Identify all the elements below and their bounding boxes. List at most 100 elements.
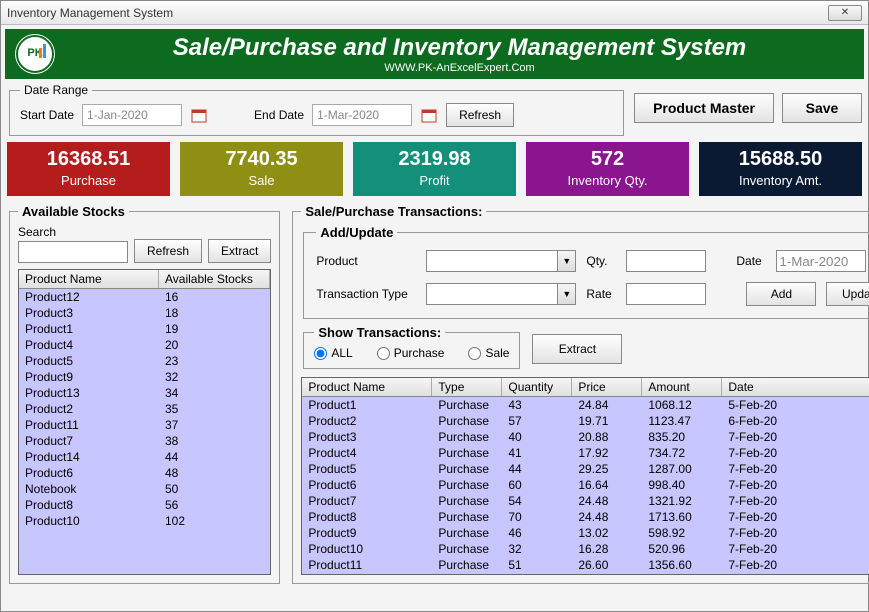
banner-title: Sale/Purchase and Inventory Management S… — [65, 34, 854, 62]
card-label: Inventory Amt. — [703, 173, 858, 188]
list-item[interactable]: Product856 — [19, 497, 270, 513]
transactions-list[interactable]: Product Name Type Quantity Price Amount … — [301, 377, 869, 575]
transactions-legend: Sale/Purchase Transactions: — [301, 204, 486, 219]
radio-all[interactable]: ALL — [314, 346, 352, 360]
table-row[interactable]: Product3Purchase4020.88835.207-Feb-20 — [302, 429, 869, 445]
titlebar: Inventory Management System ✕ — [1, 1, 868, 25]
table-row[interactable]: Product8Purchase7024.481713.607-Feb-20 — [302, 509, 869, 525]
card-label: Profit — [357, 173, 512, 188]
card-label: Purchase — [11, 173, 166, 188]
end-date-input[interactable] — [312, 104, 412, 126]
radio-purchase[interactable]: Purchase — [377, 346, 445, 360]
list-item[interactable]: Product420 — [19, 337, 270, 353]
card-value: 16368.51 — [11, 148, 166, 171]
col-price: Price — [572, 378, 642, 396]
show-transactions-group: Show Transactions: ALL Purchase Sale — [303, 325, 520, 369]
col-amount: Amount — [642, 378, 722, 396]
list-item[interactable]: Product648 — [19, 465, 270, 481]
product-combo[interactable] — [426, 250, 576, 272]
search-input[interactable] — [18, 241, 128, 263]
table-row[interactable]: Product5Purchase4429.251287.007-Feb-20 — [302, 461, 869, 477]
table-row[interactable]: Product4Purchase4117.92734.727-Feb-20 — [302, 445, 869, 461]
stocks-list[interactable]: Product Name Available Stocks Product121… — [18, 269, 271, 575]
col-available-stocks: Available Stocks — [159, 270, 270, 288]
available-stocks-panel: Available Stocks Search Refresh Extract … — [9, 204, 280, 584]
trans-type-combo[interactable] — [426, 283, 576, 305]
list-item[interactable]: Notebook50 — [19, 481, 270, 497]
window-title: Inventory Management System — [7, 6, 173, 20]
table-row[interactable]: Product12Purchase3415.96542.648-Feb-20 — [302, 573, 869, 574]
list-item[interactable]: Product523 — [19, 353, 270, 369]
card-value: 572 — [530, 148, 685, 171]
start-date-label: Start Date — [20, 108, 74, 122]
table-row[interactable]: Product6Purchase6016.64998.407-Feb-20 — [302, 477, 869, 493]
list-item[interactable]: Product932 — [19, 369, 270, 385]
summary-card: 572 Inventory Qty. — [526, 142, 689, 196]
transactions-panel: Sale/Purchase Transactions: Add/Update P… — [292, 204, 869, 584]
add-button[interactable]: Add — [746, 282, 816, 306]
end-date-label: End Date — [254, 108, 304, 122]
rate-label: Rate — [586, 287, 616, 301]
list-item[interactable]: Product1216 — [19, 289, 270, 305]
save-button[interactable]: Save — [782, 93, 862, 123]
qty-input[interactable] — [626, 250, 706, 272]
list-item[interactable]: Product235 — [19, 401, 270, 417]
summary-card: 15688.50 Inventory Amt. — [699, 142, 862, 196]
card-value: 2319.98 — [357, 148, 512, 171]
summary-card: 16368.51 Purchase — [7, 142, 170, 196]
summary-card: 7740.35 Sale — [180, 142, 343, 196]
app-logo: PK — [15, 34, 55, 74]
search-label: Search — [18, 225, 128, 239]
app-window: Inventory Management System ✕ PK Sale/Pu… — [0, 0, 869, 612]
available-stocks-legend: Available Stocks — [18, 204, 129, 219]
product-label: Product — [316, 254, 416, 268]
window-close-button[interactable]: ✕ — [828, 5, 862, 21]
card-value: 7740.35 — [184, 148, 339, 171]
add-update-group: Add/Update Product ▼ Qty. Date Transacti… — [303, 225, 869, 319]
table-row[interactable]: Product11Purchase5126.601356.607-Feb-20 — [302, 557, 869, 573]
list-item[interactable]: Product1137 — [19, 417, 270, 433]
date-range-legend: Date Range — [20, 83, 92, 97]
table-row[interactable]: Product7Purchase5424.481321.927-Feb-20 — [302, 493, 869, 509]
card-label: Inventory Qty. — [530, 173, 685, 188]
list-item[interactable]: Product738 — [19, 433, 270, 449]
table-row[interactable]: Product10Purchase3216.28520.967-Feb-20 — [302, 541, 869, 557]
add-update-legend: Add/Update — [316, 225, 397, 240]
list-item[interactable]: Product318 — [19, 305, 270, 321]
banner: PK Sale/Purchase and Inventory Managemen… — [5, 29, 864, 79]
calendar-icon[interactable] — [420, 106, 438, 124]
chevron-down-icon[interactable]: ▼ — [557, 284, 575, 304]
list-item[interactable]: Product1444 — [19, 449, 270, 465]
col-name: Product Name — [302, 378, 432, 396]
card-label: Sale — [184, 173, 339, 188]
list-item[interactable]: Product10102 — [19, 513, 270, 529]
calendar-icon[interactable] — [190, 106, 208, 124]
close-icon: ✕ — [841, 7, 849, 18]
trans-date-input[interactable] — [776, 250, 866, 272]
summary-card: 2319.98 Profit — [353, 142, 516, 196]
stocks-extract-button[interactable]: Extract — [208, 239, 271, 263]
rate-input[interactable] — [626, 283, 706, 305]
date-label: Date — [736, 254, 766, 268]
trans-extract-button[interactable]: Extract — [532, 334, 622, 364]
trans-type-label: Transaction Type — [316, 287, 416, 301]
date-refresh-button[interactable]: Refresh — [446, 103, 514, 127]
qty-label: Qty. — [586, 254, 616, 268]
card-value: 15688.50 — [703, 148, 858, 171]
product-master-button[interactable]: Product Master — [634, 93, 774, 123]
table-row[interactable]: Product1Purchase4324.841068.125-Feb-20 — [302, 397, 869, 413]
col-date: Date — [722, 378, 869, 396]
update-button[interactable]: Update — [826, 282, 869, 306]
table-row[interactable]: Product9Purchase4613.02598.927-Feb-20 — [302, 525, 869, 541]
banner-subtitle: WWW.PK-AnExcelExpert.Com — [65, 62, 854, 74]
col-product-name: Product Name — [19, 270, 159, 288]
date-range-group: Date Range Start Date End Date Refresh — [9, 83, 624, 136]
radio-sale[interactable]: Sale — [468, 346, 509, 360]
table-row[interactable]: Product2Purchase5719.711123.476-Feb-20 — [302, 413, 869, 429]
list-item[interactable]: Product1334 — [19, 385, 270, 401]
list-item[interactable]: Product119 — [19, 321, 270, 337]
start-date-input[interactable] — [82, 104, 182, 126]
stocks-refresh-button[interactable]: Refresh — [134, 239, 202, 263]
chevron-down-icon[interactable]: ▼ — [557, 251, 575, 271]
col-qty: Quantity — [502, 378, 572, 396]
